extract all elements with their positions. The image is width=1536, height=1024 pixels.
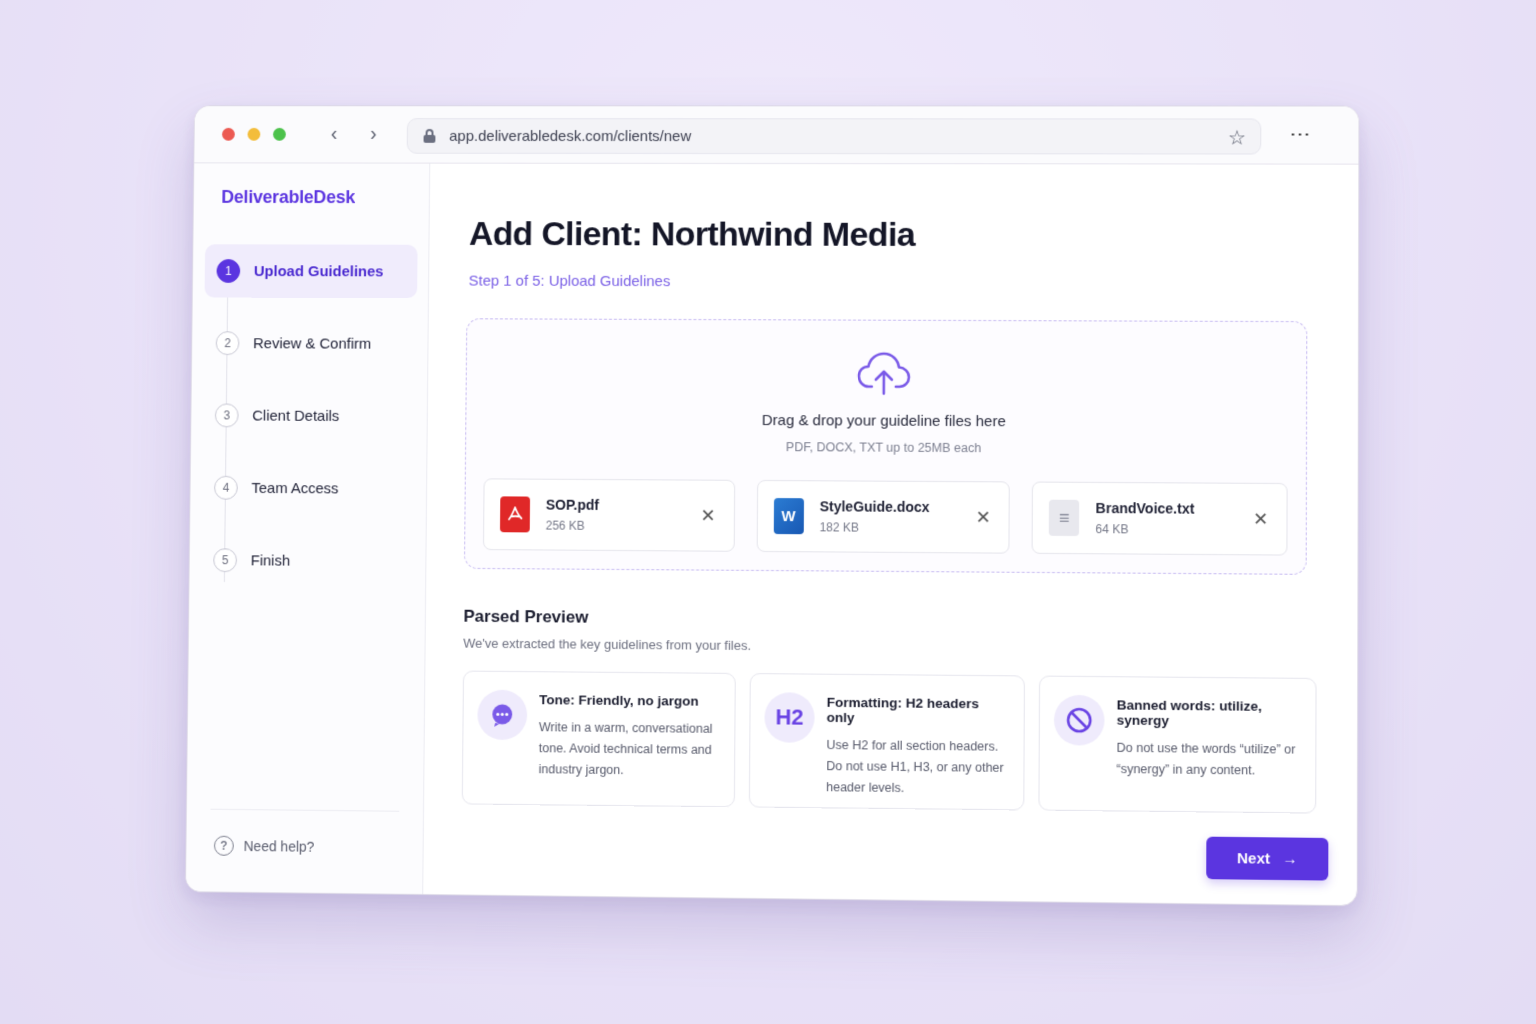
step-number: 3	[214, 403, 239, 428]
guideline-card-banned-words: Banned words: utilize, synergy Do not us…	[1038, 675, 1317, 814]
sidebar: DeliverableDesk 1 Upload Guidelines 2 Re…	[185, 163, 431, 895]
step-number: 2	[215, 331, 240, 356]
step-number: 4	[214, 475, 238, 500]
file-size: 182 KB	[819, 520, 859, 535]
step-label: Upload Guidelines	[253, 262, 384, 280]
guideline-card-formatting: H2 Formatting: H2 headers only Use H2 fo…	[748, 673, 1025, 811]
text-file-icon: ≡	[1049, 499, 1080, 537]
next-button[interactable]: Next →	[1206, 836, 1329, 881]
help-label: Need help?	[243, 837, 315, 855]
step-label: Client Details	[252, 407, 340, 425]
word-doc-icon: W	[773, 498, 804, 535]
card-title: Banned words: utilize, synergy	[1116, 697, 1262, 729]
lock-icon	[424, 129, 436, 143]
dropzone-title: Drag & drop your guideline files here	[761, 412, 1006, 431]
browser-toolbar: ‹ › app.deliverabledesk.com/clients/new …	[194, 106, 1359, 165]
file-name: StyleGuide.docx	[819, 498, 930, 516]
step-label: Finish	[250, 551, 291, 570]
remove-file-close-icon[interactable]: ✕	[976, 506, 991, 528]
file-dropzone[interactable]: Drag & drop your guideline files here PD…	[463, 318, 1308, 575]
file-size: 256 KB	[545, 518, 585, 533]
url-text: app.deliverabledesk.com/clients/new	[449, 127, 692, 145]
card-body: Use H2 for all section headers. Do not u…	[826, 737, 1004, 796]
guideline-cards: Tone: Friendly, no jargon Write in a war…	[461, 670, 1317, 814]
step-indicator: Step 1 of 5: Upload Guidelines	[468, 272, 671, 291]
step-label: Review & Confirm	[253, 334, 372, 353]
h2-heading-icon: H2	[764, 692, 815, 743]
close-window-button[interactable]	[221, 127, 235, 141]
file-card: W StyleGuide.docx 182 KB ✕	[756, 479, 1011, 554]
next-label: Next	[1236, 849, 1271, 868]
forward-arrow-icon[interactable]: ›	[361, 122, 385, 146]
brand-logo[interactable]: DeliverableDesk	[221, 187, 355, 208]
dropzone-hint: PDF, DOCX, TXT up to 25MB each	[785, 440, 982, 456]
step-client-details[interactable]: 3 Client Details	[203, 389, 416, 444]
step-review-confirm[interactable]: 2 Review & Confirm	[204, 316, 417, 370]
remove-file-close-icon[interactable]: ✕	[1253, 508, 1268, 530]
file-name: BrandVoice.txt	[1095, 499, 1195, 517]
pdf-icon	[499, 496, 531, 533]
divider	[210, 808, 400, 812]
card-body: Do not use the words “utilize” or “syner…	[1116, 740, 1296, 778]
guideline-card-tone: Tone: Friendly, no jargon Write in a war…	[461, 670, 736, 808]
maximize-window-button[interactable]	[273, 127, 286, 141]
question-circle-icon: ?	[213, 835, 234, 856]
need-help-link[interactable]: ? Need help?	[213, 835, 315, 857]
address-bar[interactable]: app.deliverabledesk.com/clients/new ☆	[406, 118, 1262, 155]
section-subtitle: We've extracted the key guidelines from …	[463, 635, 752, 654]
page-title: Add Client: Northwind Media	[468, 215, 916, 254]
card-body: Write in a warm, conversational tone. Av…	[538, 720, 713, 778]
step-finish[interactable]: 5 Finish	[201, 533, 415, 588]
bookmark-star-icon[interactable]: ☆	[1228, 125, 1246, 150]
browser-window: ‹ › app.deliverabledesk.com/clients/new …	[184, 105, 1360, 907]
step-label: Team Access	[251, 479, 339, 497]
step-upload-guidelines[interactable]: 1 Upload Guidelines	[204, 244, 418, 299]
cloud-upload-icon	[857, 352, 910, 395]
file-size: 64 KB	[1095, 522, 1129, 537]
file-card: SOP.pdf 256 KB ✕	[482, 478, 735, 552]
file-card: ≡ BrandVoice.txt 64 KB ✕	[1031, 481, 1288, 556]
arrow-right-icon: →	[1282, 850, 1298, 868]
back-arrow-icon[interactable]: ‹	[322, 122, 346, 146]
minimize-window-button[interactable]	[247, 127, 261, 141]
card-title: Formatting: H2 headers only	[826, 694, 980, 726]
section-title: Parsed Preview	[463, 606, 589, 627]
prohibited-icon	[1053, 694, 1105, 746]
file-name: SOP.pdf	[545, 496, 600, 513]
uploaded-files: SOP.pdf 256 KB ✕ W StyleGuide.docx 182 K…	[482, 478, 1288, 556]
main-content: Add Client: Northwind Media Step 1 of 5:…	[423, 164, 1358, 906]
card-title: Tone: Friendly, no jargon	[539, 692, 699, 709]
step-number: 1	[216, 259, 241, 283]
chat-bubble-icon	[477, 689, 528, 741]
step-team-access[interactable]: 4 Team Access	[202, 461, 415, 516]
remove-file-close-icon[interactable]: ✕	[701, 505, 716, 527]
wizard-steps: 1 Upload Guidelines 2 Review & Confirm 3…	[201, 244, 418, 607]
step-number: 5	[213, 548, 238, 573]
browser-menu-icon[interactable]: ⋮	[1289, 124, 1311, 144]
